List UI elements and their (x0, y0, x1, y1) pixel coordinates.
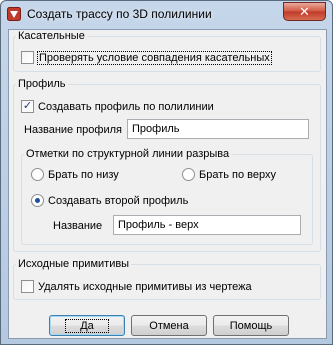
ok-button-label: Да (65, 318, 109, 333)
source-group: Исходные примитивы (13, 258, 321, 300)
close-icon: ✕ (299, 3, 310, 19)
app-icon (7, 7, 21, 21)
cancel-button-label: Отмена (149, 319, 189, 332)
source-group-title: Исходные примитивы (18, 258, 130, 270)
dialog-body: Касательные Проверять условие совпадения… (8, 29, 327, 339)
create-profile-checkbox[interactable]: ✓ Создавать профиль по полилинии (21, 100, 214, 113)
radio-bottom-label: Брать по низу (48, 168, 119, 181)
radio-bottom[interactable]: Брать по низу (31, 168, 119, 181)
radio-unselected-icon (182, 168, 195, 181)
radio-second-profile[interactable]: Создавать второй профиль (31, 194, 188, 207)
profile-name-input[interactable] (127, 119, 309, 139)
profile-group-title: Профиль (18, 78, 66, 90)
help-button[interactable]: Помощь (213, 315, 289, 336)
marks-group-title: Отметки по структурной линии разрыва (26, 148, 230, 160)
checkbox-checked-icon: ✓ (21, 100, 34, 113)
second-profile-name-label: Название (53, 220, 103, 232)
radio-unselected-icon (31, 168, 44, 181)
profile-name-label: Название профиля (24, 124, 122, 136)
second-profile-name-input[interactable] (113, 215, 301, 235)
radio-second-profile-label: Создавать второй профиль (48, 194, 189, 207)
delete-source-checkbox[interactable]: Удалять исходные примитивы из чертежа (21, 280, 252, 293)
dialog-window: Создать трассу по 3D полилинии ✕ Касател… (0, 0, 333, 345)
cancel-button[interactable]: Отмена (131, 315, 207, 336)
ok-button[interactable]: Да (49, 315, 125, 336)
help-button-label: Помощь (229, 319, 273, 332)
radio-top[interactable]: Брать по верху (182, 168, 276, 181)
tangent-group-title: Касательные (18, 30, 85, 42)
radio-top-label: Брать по верху (199, 168, 276, 181)
checkbox-unchecked-icon (21, 51, 34, 64)
delete-source-label: Удалять исходные примитивы из чертежа (38, 280, 252, 293)
radio-selected-icon (31, 194, 44, 207)
checkbox-unchecked-icon (21, 280, 34, 293)
close-button[interactable]: ✕ (283, 2, 326, 21)
check-tangent-checkbox[interactable]: Проверять условие совпадения касательных (21, 50, 272, 65)
check-tangent-label: Проверять условие совпадения касательных (37, 50, 272, 65)
create-profile-label: Создавать профиль по полилинии (38, 100, 214, 113)
window-title: Создать трассу по 3D полилинии (27, 7, 212, 21)
title-bar[interactable]: Создать трассу по 3D полилинии ✕ (1, 1, 332, 28)
